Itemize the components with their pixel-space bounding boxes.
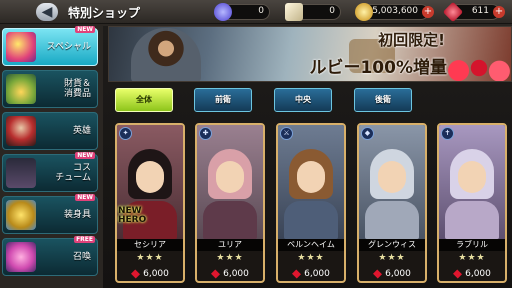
sidebar-item-accessory[interactable]: 装身具 NEW	[2, 194, 98, 234]
hero-price: 6,000	[278, 267, 344, 281]
tab-all[interactable]: 全体	[115, 88, 173, 112]
hero-stars: ★★★	[458, 253, 486, 263]
hero-stars: ★★★	[216, 253, 244, 263]
hero-portrait	[278, 125, 344, 239]
free-badge: FREE	[74, 236, 95, 243]
shop-category-sidebar: スペシャル NEW 財貨＆ 消費品 英雄 コス チューム NEW 装身具 NEW…	[0, 26, 102, 288]
warrior-role-icon: ⚔	[280, 127, 293, 140]
shop-main-panel: 初回限定! ルビー100%増量 全体 前衛 中央 後衛 ✦ NEW HERO セ…	[103, 26, 512, 288]
tab-middle[interactable]: 中央	[274, 88, 332, 112]
gold-value: 5,003,600	[372, 6, 418, 16]
hero-portrait	[439, 125, 505, 239]
sidebar-item-label: スペシャル	[46, 42, 91, 52]
hero-price-value: 6,000	[304, 269, 330, 279]
hero-price: 6,000	[117, 267, 183, 281]
hero-icon	[6, 116, 36, 146]
hero-portrait	[359, 125, 425, 239]
sidebar-item-label: 英雄	[72, 126, 91, 136]
hero-name: ラブリル	[439, 239, 505, 251]
top-bar: ◀ 特別ショップ 0 0 5,003,600 + 611 +	[0, 0, 512, 24]
add-gold-button[interactable]: +	[422, 6, 434, 18]
hero-portrait	[197, 125, 263, 239]
cross-role-icon: ✝	[441, 127, 454, 140]
hero-price-value: 6,000	[143, 269, 169, 279]
sidebar-item-currency[interactable]: 財貨＆ 消費品	[2, 70, 98, 108]
hero-card-list: ✦ NEW HERO セシリア ★★★ 6,000 ✚ ユリア ★★★ 6,00…	[115, 123, 511, 285]
banner-hero-art	[131, 28, 201, 81]
ruby-icon	[131, 268, 141, 279]
hero-price: 6,000	[197, 267, 263, 281]
crystal-counter: 0	[214, 3, 270, 21]
new-hero-badge: NEW HERO	[118, 206, 147, 225]
page-title: 特別ショップ	[68, 6, 141, 20]
hero-name: ベルンヘイム	[278, 239, 344, 251]
ticket-counter: 0	[285, 3, 341, 21]
back-button[interactable]: ◀	[36, 3, 58, 21]
sidebar-item-label: 装身具	[63, 210, 91, 220]
banner-subheadline: ルビー100%増量	[309, 58, 447, 78]
tab-front[interactable]: 前衛	[194, 88, 252, 112]
ruby-value: 611	[471, 6, 489, 16]
ticket-value: 0	[329, 6, 335, 16]
hero-name: ユリア	[197, 239, 263, 251]
gold-counter: 5,003,600 +	[355, 3, 434, 21]
crystal-icon	[214, 3, 232, 21]
currency-items-icon	[6, 74, 36, 104]
hero-stars: ★★★	[378, 253, 406, 263]
sidebar-item-hero[interactable]: 英雄	[2, 112, 98, 150]
tab-back[interactable]: 後衛	[354, 88, 412, 112]
hero-price: 6,000	[439, 267, 505, 281]
sidebar-item-special[interactable]: スペシャル NEW	[2, 26, 98, 66]
hero-stars: ★★★	[297, 253, 325, 263]
summon-icon	[6, 242, 36, 272]
hero-card-cecilia[interactable]: ✦ NEW HERO セシリア ★★★ 6,000	[115, 123, 185, 283]
new-badge: NEW	[75, 194, 95, 201]
sidebar-item-costume[interactable]: コス チューム NEW	[2, 152, 98, 192]
ruby-icon	[211, 268, 221, 279]
crystal-value: 0	[258, 6, 264, 16]
gold-coin-icon	[355, 3, 373, 21]
hero-price-value: 6,000	[385, 269, 411, 279]
ruby-pile-icon	[445, 55, 511, 81]
hero-name: グレンウィス	[359, 239, 425, 251]
ruby-icon	[442, 1, 464, 23]
hero-card-glenwis[interactable]: ◆ グレンウィス ★★★ 6,000	[357, 123, 427, 283]
costume-icon	[6, 158, 36, 188]
ticket-icon	[285, 3, 303, 21]
hero-price-value: 6,000	[223, 269, 249, 279]
ruby-counter: 611 +	[442, 1, 505, 23]
sidebar-item-summon[interactable]: 召喚 FREE	[2, 236, 98, 276]
ruby-icon	[373, 268, 383, 279]
new-badge: NEW	[75, 152, 95, 159]
sidebar-item-label: コス チューム	[55, 163, 91, 183]
shield-role-icon: ◆	[361, 127, 374, 140]
healer-role-icon: ✚	[199, 127, 212, 140]
hero-card-bernheim[interactable]: ⚔ ベルンヘイム ★★★ 6,000	[276, 123, 346, 283]
banner-headline: 初回限定!	[378, 31, 445, 49]
new-badge: NEW	[75, 26, 95, 33]
sidebar-item-label: 財貨＆ 消費品	[63, 79, 91, 99]
hero-name: セシリア	[117, 239, 183, 251]
hero-price: 6,000	[359, 267, 425, 281]
promo-banner[interactable]: 初回限定! ルビー100%増量	[108, 26, 512, 82]
add-ruby-button[interactable]: +	[493, 6, 505, 18]
hero-card-lovril[interactable]: ✝ ラブリル ★★★ 6,000	[437, 123, 507, 283]
ruby-icon	[292, 268, 302, 279]
position-filter-tabs: 全体 前衛 中央 後衛	[115, 88, 511, 112]
hero-stars: ★★★	[136, 253, 164, 263]
hero-price-value: 6,000	[465, 269, 491, 279]
accessory-icon	[6, 200, 36, 230]
mage-role-icon: ✦	[119, 127, 132, 140]
special-bundle-icon	[6, 32, 36, 62]
sidebar-item-label: 召喚	[72, 252, 91, 262]
hero-card-yuria[interactable]: ✚ ユリア ★★★ 6,000	[195, 123, 265, 283]
ruby-icon	[453, 268, 463, 279]
